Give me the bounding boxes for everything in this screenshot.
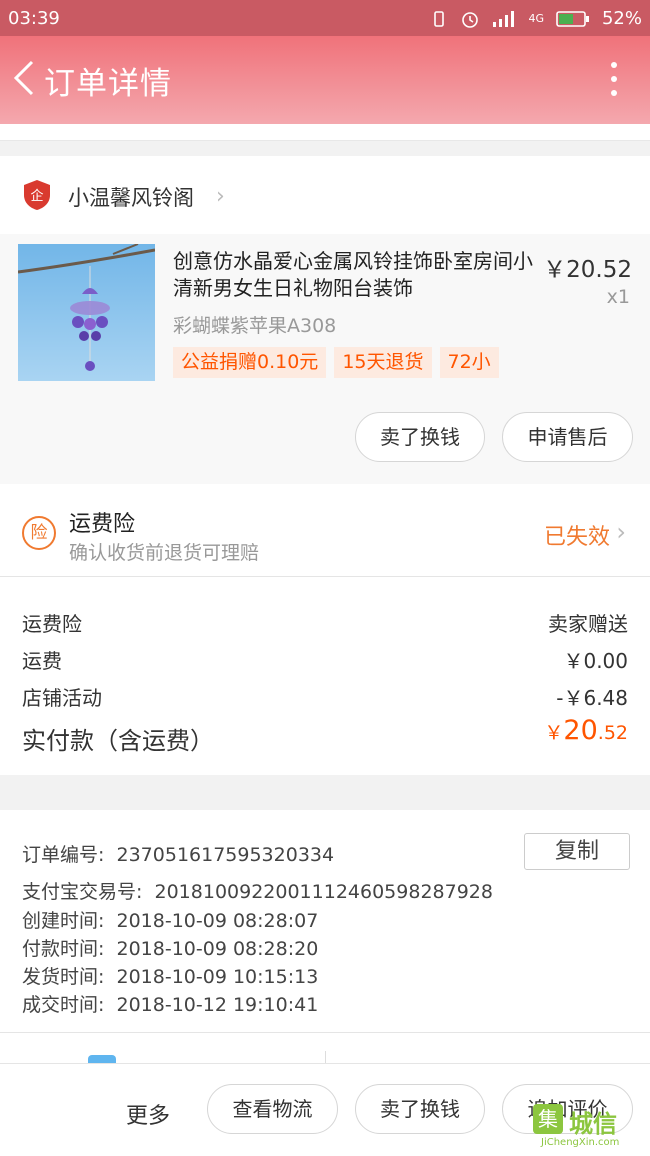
signal-icon bbox=[493, 10, 515, 27]
copy-button[interactable]: 复制 bbox=[524, 833, 630, 870]
watermark-url: JiChengXin.com bbox=[541, 1137, 620, 1148]
shipping-insurance-row[interactable]: 险 运费险 确认收货前退货可理赔 已失效 › bbox=[0, 484, 650, 577]
insurance-title: 运费险 bbox=[69, 512, 136, 537]
order-number: 订单编号: 237051617595320334 bbox=[22, 844, 335, 866]
view-logistics-button[interactable]: 查看物流 bbox=[207, 1084, 338, 1134]
back-arrow-icon[interactable] bbox=[10, 58, 40, 98]
order-info: 复制 订单编号: 237051617595320334 支付宝交易号: 2018… bbox=[0, 810, 650, 1033]
status-bar: 03:39 4G 52% bbox=[0, 0, 650, 36]
network-type: 4G bbox=[528, 12, 544, 25]
alarm-icon bbox=[462, 11, 479, 28]
fee-value: 卖家赠送 bbox=[548, 612, 628, 636]
tag-charity: 公益捐赠0.10元 bbox=[173, 347, 327, 378]
shop-logo-icon: 企 bbox=[24, 180, 50, 210]
product-thumbnail[interactable] bbox=[18, 244, 155, 381]
fee-row: 运费 ￥0.00 bbox=[22, 645, 628, 674]
fee-summary: 运费险 卖家赠送 运费 ￥0.00 店铺活动 -￥6.48 实付款（含运费） ￥… bbox=[0, 577, 650, 775]
insurance-subtitle: 确认收货前退货可理赔 bbox=[69, 542, 260, 564]
product-quantity: x1 bbox=[606, 286, 630, 308]
created-time: 创建时间: 2018-10-09 08:28:07 bbox=[22, 910, 319, 932]
shop-name: 小温馨风铃阁 bbox=[68, 186, 194, 210]
insurance-status: 已失效 bbox=[543, 525, 610, 550]
watermark-box: 集 bbox=[533, 1104, 563, 1134]
wind-chime-image bbox=[18, 244, 155, 371]
status-time: 03:39 bbox=[8, 8, 60, 29]
watermark-text: 城信 bbox=[569, 1110, 617, 1138]
total-amount: ￥20.52 bbox=[544, 715, 628, 746]
more-button[interactable]: 更多 bbox=[126, 1098, 170, 1130]
battery-level: 52% bbox=[601, 8, 642, 29]
chevron-right-icon: › bbox=[216, 184, 225, 209]
vibrate-icon bbox=[434, 10, 445, 27]
product-sku: 彩蝴蝶紫苹果A308 bbox=[173, 315, 337, 337]
after-sales-button[interactable]: 申请售后 bbox=[502, 412, 633, 462]
page-title: 订单详情 bbox=[44, 66, 172, 102]
fee-row: 店铺活动 -￥6.48 bbox=[22, 682, 628, 711]
nav-header: 订单详情 bbox=[0, 36, 650, 124]
service-tags: 公益捐赠0.10元 15天退货 72小 bbox=[173, 347, 499, 378]
fee-label: 运费险 bbox=[22, 612, 82, 636]
paid-time: 付款时间: 2018-10-09 08:28:20 bbox=[22, 938, 319, 960]
fee-label: 店铺活动 bbox=[22, 686, 102, 710]
total-row: 实付款（含运费） ￥20.52 bbox=[22, 715, 628, 756]
shipped-time: 发货时间: 2018-10-09 10:15:13 bbox=[22, 966, 319, 988]
divider bbox=[325, 1051, 326, 1063]
completed-time: 成交时间: 2018-10-12 19:10:41 bbox=[22, 994, 319, 1016]
shop-row[interactable]: 企 小温馨风铃阁 › bbox=[0, 156, 650, 234]
top-divider bbox=[0, 124, 650, 141]
tag-return: 15天退货 bbox=[334, 347, 432, 378]
contact-row-partial bbox=[0, 1033, 650, 1063]
fee-label: 运费 bbox=[22, 649, 62, 673]
tag-delivery: 72小 bbox=[439, 347, 499, 378]
fee-value: -￥6.48 bbox=[556, 686, 628, 710]
fee-row: 运费险 卖家赠送 bbox=[22, 608, 628, 637]
order-item[interactable]: 创意仿水晶爱心金属风铃挂饰卧室房间小清新男女生日礼物阳台装饰 ￥20.52 x1… bbox=[0, 234, 650, 484]
resell-button[interactable]: 卖了换钱 bbox=[355, 412, 485, 462]
more-menu-icon[interactable] bbox=[610, 62, 618, 96]
total-label: 实付款（含运费） bbox=[22, 727, 214, 755]
product-title[interactable]: 创意仿水晶爱心金属风铃挂饰卧室房间小清新男女生日礼物阳台装饰 bbox=[173, 248, 533, 302]
chevron-right-icon: › bbox=[616, 518, 626, 546]
fee-value: ￥0.00 bbox=[563, 649, 628, 673]
battery-icon bbox=[556, 10, 589, 27]
chat-icon bbox=[88, 1055, 116, 1063]
shop-logo-text: 企 bbox=[30, 188, 43, 204]
status-icons: 4G 52% bbox=[430, 8, 642, 29]
watermark: 集 城信 JiChengXin.com bbox=[533, 1104, 650, 1152]
alipay-trade-number: 支付宝交易号: 2018100922001112460598287928 bbox=[22, 881, 493, 903]
resell-button[interactable]: 卖了换钱 bbox=[355, 1084, 485, 1134]
product-price: ￥20.52 bbox=[543, 257, 632, 283]
insurance-icon: 险 bbox=[22, 516, 56, 550]
